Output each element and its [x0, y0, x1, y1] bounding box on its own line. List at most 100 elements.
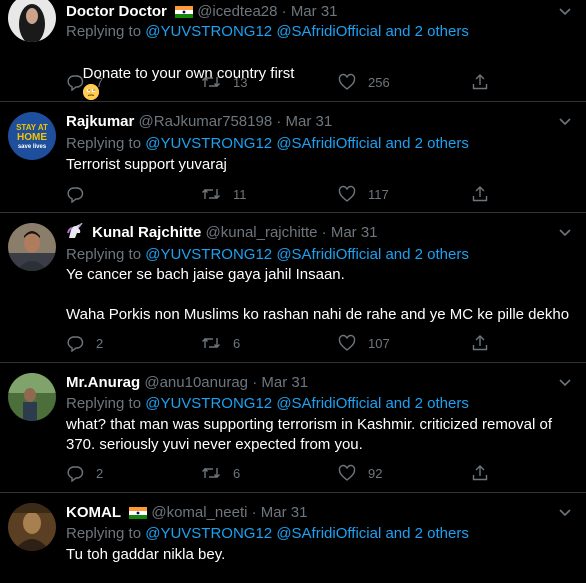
tweet-actions: 2 6 92	[66, 463, 496, 483]
reply-icon	[67, 466, 84, 482]
tweet-date[interactable]: Mar 31	[291, 3, 338, 20]
unicorn-icon	[66, 222, 84, 245]
like-button[interactable]: 117	[338, 184, 389, 204]
mention-link[interactable]: @YUVSTRONG12	[145, 246, 272, 263]
tweet-header: Kunal Rajchitte @kunal_rajchitte · Mar 3…	[66, 222, 378, 245]
others-link[interactable]: and 2 others	[385, 395, 468, 412]
reply-icon	[67, 336, 84, 352]
mention-link[interactable]: @SAfridiOfficial	[276, 135, 381, 152]
retweet-icon	[202, 468, 220, 478]
user-handle[interactable]: @komal_neeti	[151, 504, 247, 521]
share-icon	[472, 74, 488, 90]
user-handle[interactable]: @RaJkumar758198	[139, 113, 273, 130]
mention-link[interactable]: @SAfridiOfficial	[276, 23, 381, 40]
like-icon	[338, 73, 356, 90]
reply-count: 2	[96, 465, 104, 481]
tweet-date[interactable]: Mar 31	[261, 504, 308, 521]
replying-prefix: Replying to	[66, 395, 142, 412]
tweet-item[interactable]: KOMAL @komal_neeti · Mar 31 Replying to …	[0, 493, 586, 583]
retweet-icon	[202, 338, 220, 348]
separator-dot: ·	[252, 374, 258, 391]
mention-link[interactable]: @SAfridiOfficial	[276, 246, 381, 263]
others-link[interactable]: and 2 others	[385, 525, 468, 542]
chevron-down-icon[interactable]	[558, 114, 572, 133]
display-name[interactable]: Rajkumar	[66, 113, 134, 130]
others-link[interactable]: and 2 others	[385, 135, 468, 152]
user-handle[interactable]: @kunal_rajchitte	[206, 224, 318, 241]
replying-to: Replying to @YUVSTRONG12 @SAfridiOfficia…	[66, 524, 469, 544]
avatar[interactable]	[8, 503, 56, 551]
display-name[interactable]: KOMAL	[66, 504, 121, 521]
tweet-text: Tu toh gaddar nikla bey.	[66, 546, 226, 563]
reply-button[interactable]: 7	[66, 72, 103, 92]
user-handle[interactable]: @icedtea28	[197, 3, 277, 20]
chevron-down-icon[interactable]	[558, 225, 572, 244]
tweet-date[interactable]: Mar 31	[286, 113, 333, 130]
retweet-button[interactable]: 6	[201, 333, 240, 353]
tweet-date[interactable]: Mar 31	[261, 374, 308, 391]
like-button[interactable]: 107	[338, 333, 390, 353]
chevron-down-icon[interactable]	[558, 375, 572, 394]
avatar[interactable]: STAY AT HOME save lives	[8, 112, 56, 160]
mention-link[interactable]: @YUVSTRONG12	[145, 525, 272, 542]
reply-icon	[67, 187, 84, 203]
tweet-item[interactable]: STAY AT HOME save lives Rajkumar @RaJkum…	[0, 102, 586, 213]
like-count: 92	[368, 465, 383, 481]
avatar-text: save lives	[18, 144, 47, 150]
india-flag-icon	[129, 505, 148, 525]
share-button[interactable]	[471, 72, 501, 92]
tweet-item[interactable]: Doctor Doctor @icedtea28 · Mar 31 Replyi…	[0, 0, 586, 102]
like-button[interactable]: 92	[338, 463, 382, 483]
avatar[interactable]	[8, 0, 56, 42]
retweet-count: 6	[233, 335, 241, 351]
retweet-button[interactable]: 6	[201, 463, 240, 483]
retweet-icon	[202, 189, 220, 199]
india-flag-icon	[175, 4, 194, 24]
tweet-item[interactable]: Mr.Anurag @anu10anurag · Mar 31 Replying…	[0, 363, 586, 493]
others-link[interactable]: and 2 others	[385, 23, 468, 40]
replying-prefix: Replying to	[66, 246, 142, 263]
mention-link[interactable]: @YUVSTRONG12	[145, 395, 272, 412]
reply-button[interactable]: 2	[66, 463, 103, 483]
tweet-header: KOMAL @komal_neeti · Mar 31	[66, 503, 307, 525]
separator-dot: ·	[276, 113, 282, 130]
tweet-item[interactable]: Kunal Rajchitte @kunal_rajchitte · Mar 3…	[0, 213, 586, 363]
share-button[interactable]	[471, 333, 501, 353]
reply-count: 2	[96, 335, 104, 351]
reply-button[interactable]	[66, 184, 96, 204]
replying-prefix: Replying to	[66, 525, 142, 542]
retweet-button[interactable]: 13	[201, 72, 247, 92]
share-icon	[472, 186, 488, 202]
mention-link[interactable]: @SAfridiOfficial	[276, 395, 381, 412]
chevron-down-icon[interactable]	[558, 505, 572, 524]
separator-dot: ·	[251, 504, 257, 521]
display-name[interactable]: Doctor Doctor	[66, 3, 167, 20]
reply-icon	[67, 75, 84, 91]
share-button[interactable]	[471, 463, 501, 483]
retweet-icon	[202, 77, 220, 87]
retweet-button[interactable]: 11	[201, 184, 247, 204]
reply-count: 7	[96, 74, 104, 90]
replying-prefix: Replying to	[66, 135, 142, 152]
avatar-text: HOME	[17, 132, 47, 143]
tweet-actions: 7 13 256	[66, 72, 496, 92]
chevron-down-icon[interactable]	[558, 4, 572, 23]
display-name[interactable]: Kunal Rajchitte	[92, 224, 201, 241]
mention-link[interactable]: @YUVSTRONG12	[145, 23, 272, 40]
mention-link[interactable]: @SAfridiOfficial	[276, 525, 381, 542]
avatar[interactable]	[8, 373, 56, 421]
like-button[interactable]: 256	[338, 72, 390, 92]
mention-link[interactable]: @YUVSTRONG12	[145, 135, 272, 152]
tweet-header: Doctor Doctor @icedtea28 · Mar 31	[66, 2, 338, 24]
reply-button[interactable]: 2	[66, 333, 103, 353]
replying-to: Replying to @YUVSTRONG12 @SAfridiOfficia…	[66, 394, 469, 414]
display-name[interactable]: Mr.Anurag	[66, 374, 140, 391]
replying-to: Replying to @YUVSTRONG12 @SAfridiOfficia…	[66, 134, 469, 154]
others-link[interactable]: and 2 others	[385, 246, 468, 263]
user-handle[interactable]: @anu10anurag	[144, 374, 248, 391]
avatar[interactable]	[8, 223, 56, 271]
share-icon	[472, 335, 488, 351]
tweet-date[interactable]: Mar 31	[331, 224, 378, 241]
share-button[interactable]	[471, 184, 501, 204]
share-icon	[472, 465, 488, 481]
